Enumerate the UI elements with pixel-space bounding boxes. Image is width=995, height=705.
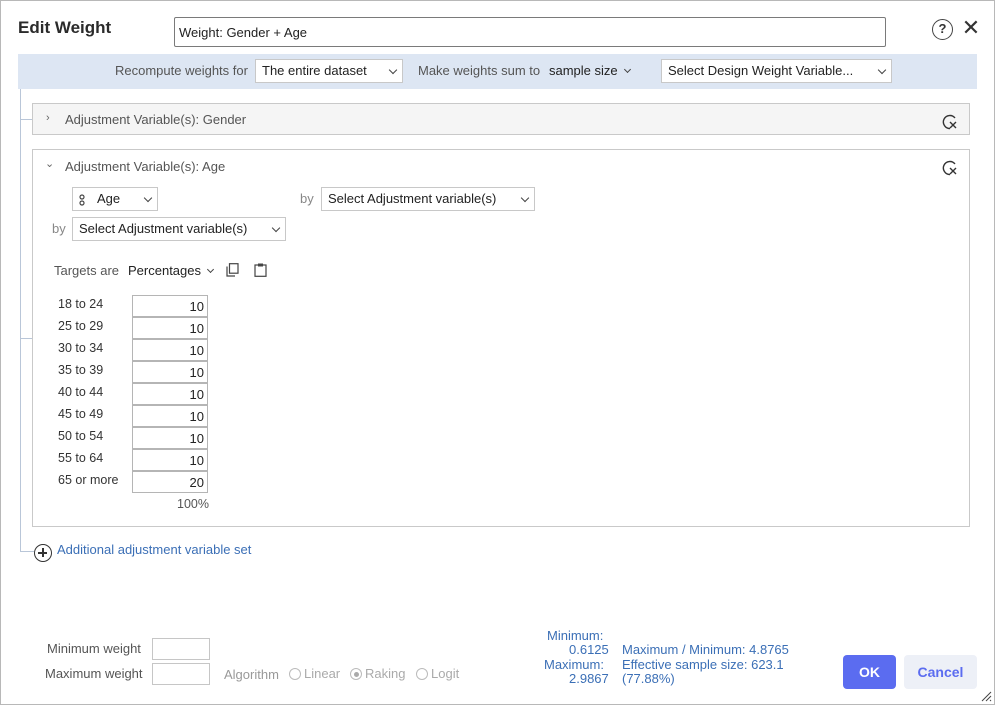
dialog-title: Edit Weight xyxy=(18,18,112,37)
stat-effective-sample-pct: (77.88%) xyxy=(622,671,675,686)
targets-total: 100% xyxy=(177,497,209,511)
adjustment-variable-dropdown[interactable]: Select Adjustment variable(s) xyxy=(72,217,286,241)
ok-button[interactable]: OK xyxy=(843,655,896,689)
tree-connector xyxy=(20,338,32,339)
target-input[interactable] xyxy=(132,471,208,493)
sum-to-value: sample size xyxy=(549,63,618,78)
target-row-label: 25 to 29 xyxy=(58,319,104,333)
target-row-label: 18 to 24 xyxy=(58,297,104,311)
variable-value: Age xyxy=(97,191,121,206)
recompute-scope-value: The entire dataset xyxy=(262,63,367,78)
target-input[interactable] xyxy=(132,449,208,471)
target-input[interactable] xyxy=(132,295,208,317)
sum-label: Make weights sum to xyxy=(418,63,541,78)
target-row-label: 30 to 34 xyxy=(58,341,104,355)
adjustment-variable-dropdown[interactable]: Select Adjustment variable(s) xyxy=(321,187,535,211)
max-weight-label: Maximum weight xyxy=(45,666,143,681)
chevron-down-icon xyxy=(877,65,887,75)
by-label: by xyxy=(300,191,314,206)
chevron-down-icon xyxy=(143,193,153,203)
target-input[interactable] xyxy=(132,361,208,383)
stat-minimum-value: 0.6125 xyxy=(569,642,609,657)
algorithm-label: Algorithm xyxy=(224,667,279,682)
paste-icon[interactable] xyxy=(254,263,267,277)
target-input[interactable] xyxy=(132,317,208,339)
algorithm-option-raking[interactable]: Raking xyxy=(350,666,405,681)
chevron-down-icon xyxy=(388,65,398,75)
adjustment-set-header: Adjustment Variable(s): Gender xyxy=(65,112,247,127)
tree-connector xyxy=(20,119,32,120)
target-row-label: 35 to 39 xyxy=(58,363,104,377)
radio-icon xyxy=(289,668,301,680)
remove-set-icon[interactable] xyxy=(942,114,958,130)
add-adjustment-set-link[interactable]: Additional adjustment variable set xyxy=(57,542,251,557)
tree-connector xyxy=(20,89,21,551)
stat-ratio: Maximum / Minimum: 4.8765 xyxy=(622,642,789,657)
stat-minimum-label: Minimum: xyxy=(547,628,604,643)
radio-checked-icon xyxy=(350,668,362,680)
recompute-scope-dropdown[interactable]: The entire dataset xyxy=(255,59,403,83)
targets-mode-dropdown[interactable]: Percentages xyxy=(128,263,215,278)
chevron-right-icon[interactable]: › xyxy=(46,112,50,124)
variable-dropdown[interactable]: Age xyxy=(72,187,158,211)
chevron-down-icon xyxy=(520,193,530,203)
close-icon[interactable]: ✕ xyxy=(961,17,981,39)
min-weight-label: Minimum weight xyxy=(47,641,141,656)
target-input[interactable] xyxy=(132,339,208,361)
algorithm-option-linear[interactable]: Linear xyxy=(289,666,340,681)
target-row-label: 50 to 54 xyxy=(58,429,104,443)
sum-to-dropdown[interactable]: sample size xyxy=(549,63,631,78)
chevron-down-icon[interactable]: ⌄ xyxy=(45,157,54,170)
by-label: by xyxy=(52,221,66,236)
cancel-button[interactable]: Cancel xyxy=(904,655,977,689)
question-circle-icon[interactable]: ? xyxy=(932,19,953,40)
tree-connector xyxy=(20,551,34,552)
target-input[interactable] xyxy=(132,405,208,427)
radio-icon xyxy=(416,668,428,680)
edit-weight-dialog: Edit Weight ? ✕ Recompute weights for Th… xyxy=(0,0,995,705)
algorithm-option-logit[interactable]: Logit xyxy=(416,666,459,681)
chevron-down-icon xyxy=(623,65,631,74)
resize-grip-icon[interactable] xyxy=(980,690,992,702)
target-row-label: 40 to 44 xyxy=(58,385,104,399)
target-row-label: 55 to 64 xyxy=(58,451,104,465)
chevron-down-icon xyxy=(271,223,281,233)
targets-mode-value: Percentages xyxy=(128,263,201,278)
target-row-label: 65 or more xyxy=(58,473,119,487)
recompute-label: Recompute weights for xyxy=(115,63,248,78)
adjustment-set-header: Adjustment Variable(s): Age xyxy=(65,159,226,174)
adjustment-set-gender[interactable]: › Adjustment Variable(s): Gender xyxy=(32,103,970,135)
stat-effective-sample-size: Effective sample size: 623.1 xyxy=(622,657,784,672)
target-input[interactable] xyxy=(132,383,208,405)
categorical-variable-icon xyxy=(79,194,85,206)
target-input[interactable] xyxy=(132,427,208,449)
adjustment-variable-placeholder: Select Adjustment variable(s) xyxy=(328,191,497,206)
adjustment-variable-placeholder: Select Adjustment variable(s) xyxy=(79,221,248,236)
stat-maximum-label: Maximum: xyxy=(544,657,604,672)
stat-maximum-value: 2.9867 xyxy=(569,671,609,686)
add-circle-icon[interactable] xyxy=(34,544,52,562)
min-weight-input[interactable] xyxy=(152,638,210,660)
chevron-down-icon xyxy=(206,265,215,274)
target-row-label: 45 to 49 xyxy=(58,407,104,421)
design-weight-placeholder: Select Design Weight Variable... xyxy=(668,63,854,78)
design-weight-dropdown[interactable]: Select Design Weight Variable... xyxy=(661,59,892,83)
copy-icon[interactable] xyxy=(226,263,239,277)
targets-label: Targets are xyxy=(54,263,120,278)
max-weight-input[interactable] xyxy=(152,663,210,685)
weight-name-input[interactable] xyxy=(174,17,886,47)
remove-set-icon[interactable] xyxy=(942,160,958,176)
